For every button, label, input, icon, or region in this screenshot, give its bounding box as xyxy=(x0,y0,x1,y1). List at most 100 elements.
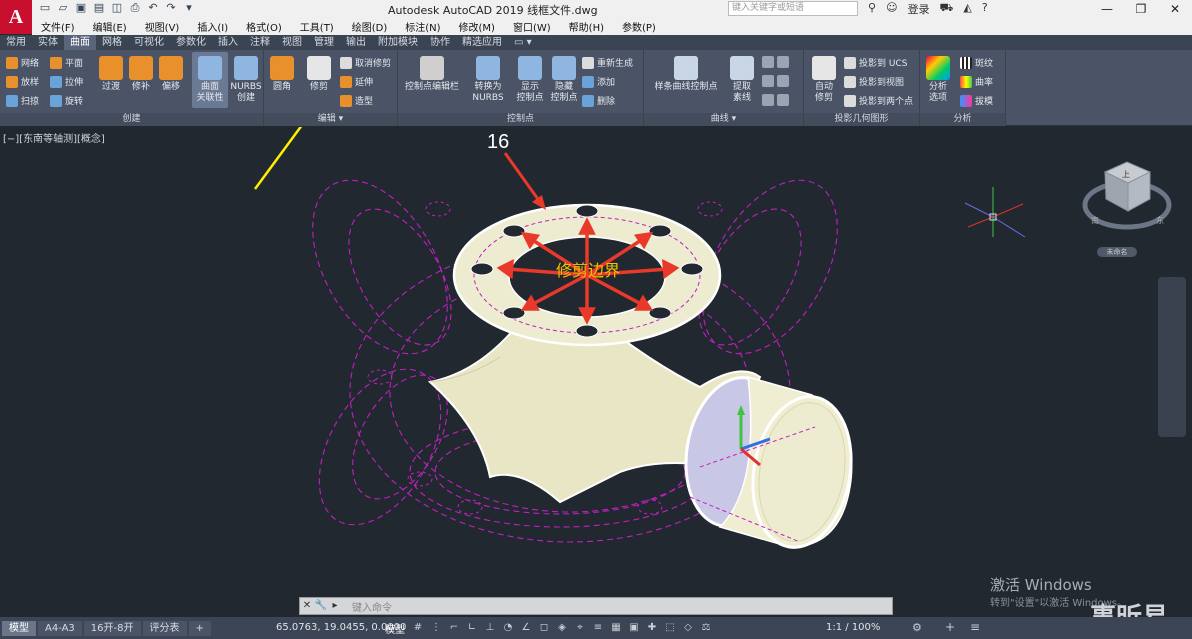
menu-tools[interactable]: 工具(T) xyxy=(291,19,343,34)
grid-icon[interactable]: # xyxy=(412,621,424,634)
project-to-view-tool[interactable]: 投影到视图 xyxy=(844,75,904,88)
menu-dimension[interactable]: 标注(N) xyxy=(396,19,449,34)
tab-manage[interactable]: 管理 xyxy=(308,35,340,50)
ribbon-options-icon[interactable]: ▭ ▾ xyxy=(508,35,538,50)
network-tool[interactable]: 网络 xyxy=(6,56,39,69)
tab-addins[interactable]: 附加模块 xyxy=(372,35,424,50)
add-layout-button[interactable]: + xyxy=(188,620,211,636)
spline-cv-button[interactable]: 样条曲线控制点 xyxy=(650,52,722,93)
tab-surface[interactable]: 曲面 xyxy=(64,35,96,50)
undo-icon[interactable]: ↶ xyxy=(146,1,160,15)
settings-gear-icon[interactable]: ⚙ xyxy=(912,621,922,634)
project-two-points-tool[interactable]: 投影到两个点 xyxy=(844,94,913,107)
cart-icon[interactable]: ⛟ xyxy=(940,1,954,17)
tab-layout-16k[interactable]: 16开-8开 xyxy=(83,620,141,636)
ortho-icon[interactable]: ⊥ xyxy=(484,621,496,634)
extrude-tool[interactable]: 拉伸 xyxy=(50,75,83,88)
navigation-bar[interactable] xyxy=(1158,277,1186,437)
lineweight-icon[interactable]: ≡ xyxy=(592,621,604,634)
fillet-button[interactable]: 圆角 xyxy=(264,52,300,93)
infer-icon[interactable]: ⌐ xyxy=(448,621,460,634)
trim-button[interactable]: 修剪 xyxy=(301,52,337,93)
menu-view[interactable]: 视图(V) xyxy=(136,19,189,34)
extend-tool[interactable]: 延伸 xyxy=(340,75,373,88)
cv-edit-bar-button[interactable]: 控制点编辑栏 xyxy=(400,52,464,93)
show-cv-button[interactable]: 显示 控制点 xyxy=(512,52,548,104)
command-input[interactable]: 键入命令 xyxy=(352,599,392,614)
login-link[interactable]: 登录 xyxy=(908,1,930,17)
redo-icon[interactable]: ↷ xyxy=(164,1,178,15)
tab-parametric[interactable]: 参数化 xyxy=(170,35,212,50)
surface-associativity-button[interactable]: 曲面 关联性 xyxy=(192,52,228,108)
extract-isolines-button[interactable]: 提取 素线 xyxy=(724,52,760,104)
menu-edit[interactable]: 编辑(E) xyxy=(84,19,136,34)
close-icon[interactable]: ✕ xyxy=(300,599,314,613)
untrim-tool[interactable]: 取消修剪 xyxy=(340,56,391,69)
remove-cv-tool[interactable]: 删除 xyxy=(582,94,615,107)
close-button[interactable]: ✕ xyxy=(1158,0,1192,18)
dynamic-ucs-icon[interactable]: ∟ xyxy=(466,621,478,634)
tab-model[interactable]: 模型 xyxy=(2,620,36,636)
annotation-visibility-icon[interactable]: ⬚ xyxy=(664,621,676,634)
help-icon[interactable]: ? xyxy=(982,1,988,17)
restore-button[interactable]: ❐ xyxy=(1124,0,1158,18)
annotation-scale-icon[interactable]: ⚖ xyxy=(700,621,712,634)
new-icon[interactable]: ▭ xyxy=(38,1,52,15)
open-icon[interactable]: ▱ xyxy=(56,1,70,15)
tab-solid[interactable]: 实体 xyxy=(32,35,64,50)
menu-insert[interactable]: 插入(I) xyxy=(188,19,237,34)
saveas-icon[interactable]: ▤ xyxy=(92,1,106,15)
tab-layout-a4[interactable]: A4-A3 xyxy=(38,620,82,636)
tab-home[interactable]: 常用 xyxy=(0,35,32,50)
hide-cv-button[interactable]: 隐藏 控制点 xyxy=(546,52,582,104)
web-icon[interactable]: ◫ xyxy=(110,1,124,15)
sculpt-tool[interactable]: 造型 xyxy=(340,94,373,107)
menu-file[interactable]: 文件(F) xyxy=(32,19,84,34)
isodraft-icon[interactable]: ∠ xyxy=(520,621,532,634)
workspace-icon[interactable]: ◇ xyxy=(682,621,694,634)
wcs-menu[interactable]: 未命名 xyxy=(1097,247,1137,257)
menu-format[interactable]: 格式(O) xyxy=(237,19,291,34)
autocad-logo[interactable]: A xyxy=(0,0,32,34)
user-icon[interactable]: ☺ xyxy=(886,1,897,17)
tab-visualize[interactable]: 可视化 xyxy=(128,35,170,50)
qat-dropdown-icon[interactable]: ▾ xyxy=(182,1,196,15)
3d-osnap-icon[interactable]: ◈ xyxy=(556,621,568,634)
revolve-tool[interactable]: 旋转 xyxy=(50,94,83,107)
model-space-toggle[interactable]: 模型 xyxy=(385,621,405,636)
arc-tool[interactable] xyxy=(762,56,789,68)
add-icon[interactable]: + xyxy=(945,620,955,634)
panel-title-curves[interactable]: 曲线 ▾ xyxy=(644,113,803,126)
panel-title-edit[interactable]: 编辑 ▾ xyxy=(264,113,397,126)
wrench-icon[interactable]: 🔧 xyxy=(314,599,328,613)
search-input[interactable]: 键入关键字或短语 xyxy=(728,1,858,16)
drawing-viewport[interactable]: [−][东南等轴测][概念] 上 南 东 16 修剪边界 未命名 激活 Wind… xyxy=(0,127,1192,617)
annotation-scale[interactable]: 1:1 / 100% xyxy=(826,622,880,633)
auto-trim-button[interactable]: 自动 修剪 xyxy=(806,52,842,104)
planar-tool[interactable]: 平面 xyxy=(50,56,83,69)
tab-annotate[interactable]: 注释 xyxy=(244,35,276,50)
plot-icon[interactable]: ⎙ xyxy=(128,1,142,15)
model-scene[interactable]: 上 南 东 xyxy=(0,127,1192,617)
tab-insert[interactable]: 插入 xyxy=(212,35,244,50)
selection-cycling-icon[interactable]: ▣ xyxy=(628,621,640,634)
osnap-icon[interactable]: ◻ xyxy=(538,621,550,634)
minimize-button[interactable]: — xyxy=(1090,0,1124,18)
add-cv-tool[interactable]: 添加 xyxy=(582,75,615,88)
transparency-icon[interactable]: ▦ xyxy=(610,621,622,634)
menu-help[interactable]: 帮助(H) xyxy=(560,19,613,34)
menu-modify[interactable]: 修改(M) xyxy=(450,19,504,34)
nurbs-creation-button[interactable]: NURBS 创建 xyxy=(228,52,264,104)
customize-icon[interactable]: ≡ xyxy=(970,620,980,634)
polar-icon[interactable]: ◔ xyxy=(502,621,514,634)
tab-collaborate[interactable]: 协作 xyxy=(424,35,456,50)
menu-draw[interactable]: 绘图(D) xyxy=(343,19,397,34)
curvature-tool[interactable]: 曲率 xyxy=(960,75,993,88)
rebuild-tool[interactable]: 重新生成 xyxy=(582,56,633,69)
snap-icon[interactable]: ⋮ xyxy=(430,621,442,634)
save-icon[interactable]: ▣ xyxy=(74,1,88,15)
menu-parametric[interactable]: 参数(P) xyxy=(613,19,665,34)
tab-output[interactable]: 输出 xyxy=(340,35,372,50)
sweep-tool[interactable]: 扫掠 xyxy=(6,94,39,107)
convert-to-nurbs-button[interactable]: 转换为 NURBS xyxy=(470,52,506,104)
